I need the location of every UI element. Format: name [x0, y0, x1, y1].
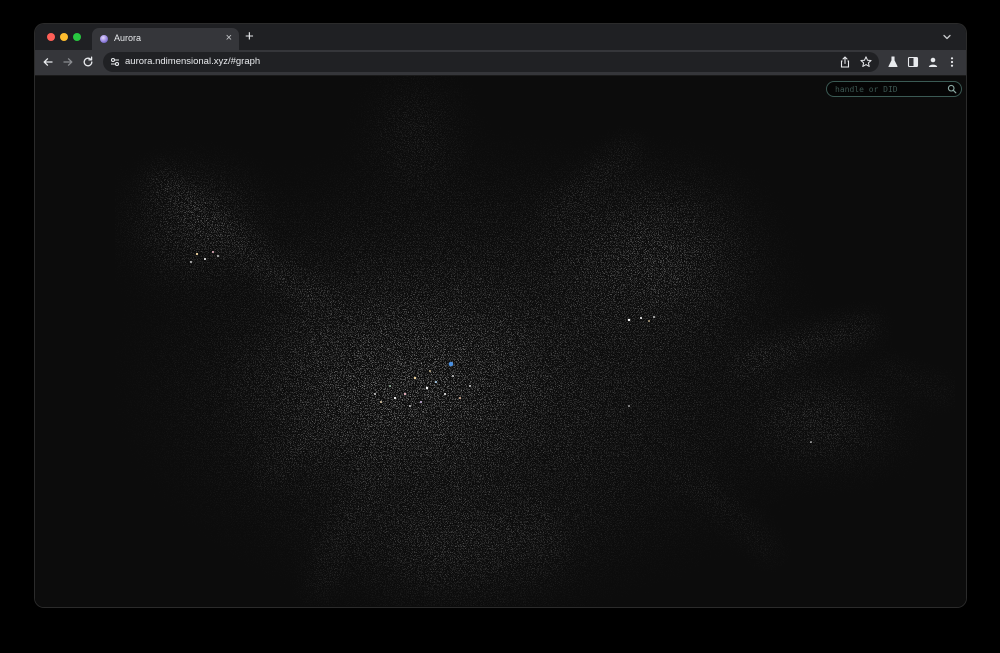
browser-window: Aurora × + aurora.ndimensional.xyz/#grap… [35, 24, 966, 607]
arrow-right-icon[interactable] [61, 55, 75, 69]
url-text[interactable]: aurora.ndimensional.xyz/#graph [125, 56, 260, 67]
search-icon[interactable] [947, 84, 957, 94]
window-minimize-button[interactable] [60, 33, 68, 41]
aurora-favicon-icon [100, 35, 108, 43]
browser-toolbar: aurora.ndimensional.xyz/#graph [35, 50, 966, 76]
kebab-menu-icon[interactable] [945, 55, 959, 69]
flask-icon[interactable] [886, 55, 900, 69]
profile-icon[interactable] [926, 55, 940, 69]
reload-icon[interactable] [81, 55, 95, 69]
tab-strip: Aurora × + [35, 24, 966, 50]
chevron-down-icon[interactable] [941, 31, 953, 43]
new-tab-button[interactable]: + [245, 29, 254, 45]
window-close-button[interactable] [47, 33, 55, 41]
graph-viewport[interactable] [35, 76, 966, 607]
tab-aurora[interactable]: Aurora × [92, 28, 239, 50]
window-maximize-button[interactable] [73, 33, 81, 41]
tab-close-icon[interactable]: × [226, 31, 232, 45]
tab-title: Aurora [114, 33, 142, 43]
graph-canvas[interactable] [35, 76, 966, 607]
star-icon[interactable] [859, 55, 873, 69]
graph-node-highlight[interactable] [448, 361, 454, 367]
arrow-left-icon[interactable] [41, 55, 55, 69]
search-input[interactable] [835, 83, 941, 95]
tune-icon[interactable] [108, 55, 122, 69]
address-bar[interactable]: aurora.ndimensional.xyz/#graph [103, 52, 879, 72]
side-panel-icon[interactable] [906, 55, 920, 69]
share-icon[interactable] [838, 55, 852, 69]
search-box [826, 81, 962, 97]
